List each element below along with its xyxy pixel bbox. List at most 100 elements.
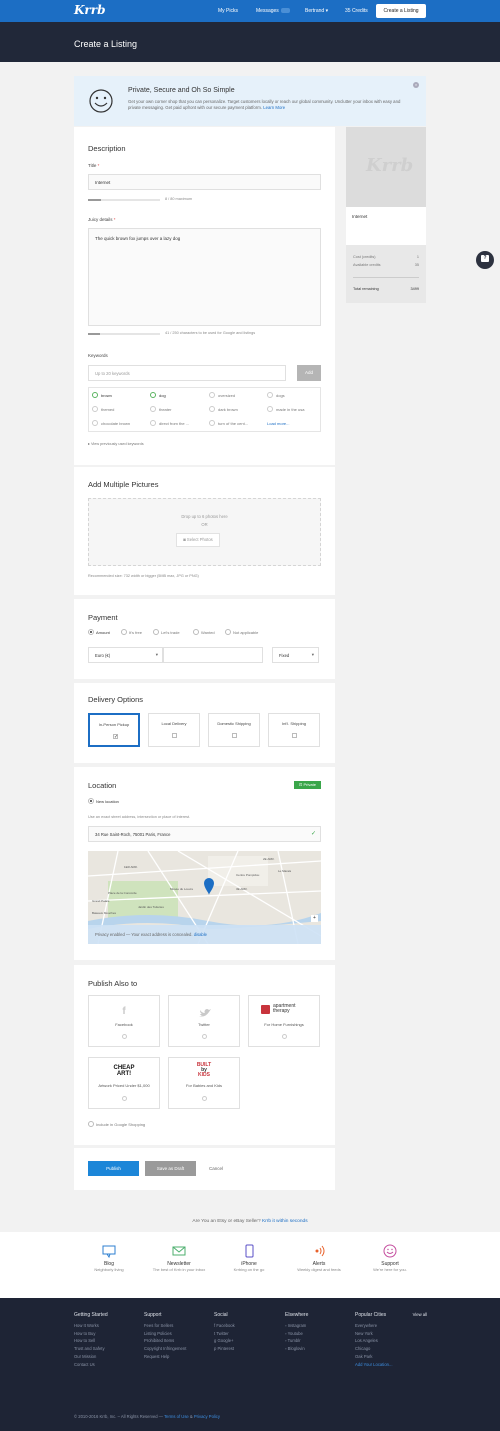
- location-map[interactable]: 1ER ARR. 2E ARR. Musée du Louvre Grand P…: [88, 851, 321, 944]
- cancel-link[interactable]: Cancel: [209, 1166, 223, 1171]
- footer-link-google-plus[interactable]: g Google+: [214, 1337, 235, 1345]
- feature-iphone[interactable]: iPhone Krrbing on the go: [219, 1244, 279, 1272]
- new-location-radio[interactable]: New location: [88, 798, 119, 805]
- save-draft-button[interactable]: Save as Draft: [145, 1161, 196, 1176]
- footer-link-youtube[interactable]: ▫ Youtube: [285, 1330, 308, 1338]
- learn-more-link[interactable]: Learn More: [263, 105, 285, 110]
- payment-option-trade[interactable]: Let's trade: [153, 629, 180, 636]
- keyword-chip[interactable]: dogs: [267, 392, 285, 399]
- footer-link[interactable]: How to Sell: [74, 1337, 108, 1345]
- footer-link-twitter[interactable]: t Twitter: [214, 1330, 235, 1338]
- footer-link-instagram[interactable]: ▫ Instagram: [285, 1322, 308, 1330]
- footer-link[interactable]: Oak Park: [355, 1353, 427, 1361]
- payment-option-free[interactable]: It's free: [121, 629, 142, 636]
- photo-dropzone[interactable]: Drop up to 6 photos here OR ◙ Select Pho…: [88, 498, 321, 566]
- publish-button[interactable]: Publish: [88, 1161, 139, 1176]
- feature-newsletter[interactable]: Newsletter The best of Krrb in your inbox: [149, 1244, 209, 1272]
- checkbox-icon: [232, 733, 237, 738]
- footer-link-pinterest[interactable]: p Pinterest: [214, 1345, 235, 1353]
- publish-card-facebook[interactable]: f Facebook: [88, 995, 160, 1047]
- feature-blog[interactable]: Blog Neighborly living: [79, 1244, 139, 1272]
- keyword-chip[interactable]: made in the usa: [267, 406, 304, 413]
- view-previous-keywords[interactable]: ▸ View previously used keywords: [88, 441, 144, 446]
- footer-link-bloglovin[interactable]: ▫ Bloglovin: [285, 1345, 308, 1353]
- address-input[interactable]: 34 Rue Saint-Roch, 75001 Paris, France ✓: [88, 826, 321, 842]
- keyword-chip[interactable]: dog: [150, 392, 166, 399]
- amount-input[interactable]: [163, 647, 263, 663]
- footer-link[interactable]: Fees for Sellers: [144, 1322, 186, 1330]
- payment-option-na[interactable]: Not applicable: [225, 629, 258, 636]
- krrb-logo[interactable]: Krrb: [74, 3, 105, 17]
- privacy-link[interactable]: Privacy Policy: [194, 1414, 220, 1419]
- publish-card-cheap-art[interactable]: CHEAP ART! Artwork Priced Under $1,000: [88, 1057, 160, 1109]
- keyword-chip[interactable]: chocolate brown: [92, 420, 130, 427]
- keyword-chip-label: theater: [159, 407, 172, 413]
- view-all-link[interactable]: View all: [413, 1311, 427, 1319]
- keyword-chip[interactable]: direct from the ...: [150, 420, 189, 427]
- footer-link[interactable]: Our Mission: [74, 1353, 108, 1361]
- keyword-chip[interactable]: themed: [92, 406, 114, 413]
- footer-link[interactable]: Listing Policies: [144, 1330, 186, 1338]
- details-textarea[interactable]: The quick brown fox jumps over a lazy do…: [88, 228, 321, 326]
- etsy-link[interactable]: Krrb it within seconds: [262, 1219, 308, 1224]
- nav-messages[interactable]: Messages: [256, 8, 290, 14]
- footer-link[interactable]: Contact Us: [74, 1361, 108, 1369]
- footer-link[interactable]: Los Angeles: [355, 1337, 427, 1345]
- price-type-select[interactable]: Fixed ▾: [272, 647, 319, 663]
- footer-link-facebook[interactable]: f Facebook: [214, 1322, 235, 1330]
- tumblr-icon: ▫: [285, 1338, 287, 1344]
- add-icon: [209, 420, 215, 426]
- details-count: 41 / 250 characters to be used for Googl…: [165, 331, 256, 335]
- keywords-input[interactable]: Up to 20 keywords: [88, 365, 286, 381]
- google-shopping-checkbox[interactable]: Include in Google Shopping: [88, 1121, 145, 1128]
- payment-option-wanted[interactable]: Wanted: [193, 629, 215, 636]
- keyword-chip[interactable]: turn of the cent...: [209, 420, 248, 427]
- delivery-option-label: Domestic Shipping: [217, 721, 251, 726]
- keyword-chip-label: dark brown: [218, 407, 238, 413]
- checkbox-icon: [292, 733, 297, 738]
- footer-link-tumblr[interactable]: ▫ Tumblr: [285, 1337, 308, 1345]
- create-listing-button[interactable]: Create a Listing: [376, 4, 426, 18]
- check-icon: [150, 392, 156, 398]
- close-icon[interactable]: ×: [413, 82, 419, 88]
- delivery-option-local[interactable]: Local Delivery: [148, 713, 200, 747]
- publish-card-built-by-kids[interactable]: BUILT by KIDS For Babies and Kids: [168, 1057, 240, 1109]
- nav-my-picks[interactable]: My Picks: [218, 8, 238, 14]
- delivery-option-intl[interactable]: Int'l. Shipping: [268, 713, 320, 747]
- footer-link[interactable]: How It Works: [74, 1322, 108, 1330]
- publish-card-apartment-therapy[interactable]: apartment therapy For Home Furnishings: [248, 995, 320, 1047]
- currency-select[interactable]: Euro (€) ▾: [88, 647, 163, 663]
- keyword-chip[interactable]: oversized: [209, 392, 235, 399]
- feature-support[interactable]: Support We're here for you.: [360, 1244, 420, 1272]
- publish-card-twitter[interactable]: Twitter: [168, 995, 240, 1047]
- footer-link[interactable]: Prohibited Items: [144, 1337, 186, 1345]
- footer-link[interactable]: Request Help: [144, 1353, 186, 1361]
- terms-link[interactable]: Terms of Use: [164, 1414, 189, 1419]
- load-more-link[interactable]: Load more...: [267, 421, 289, 426]
- delivery-option-domestic[interactable]: Domestic Shipping: [208, 713, 260, 747]
- payment-option-amount[interactable]: Amount: [88, 629, 110, 636]
- delivery-option-pickup[interactable]: In-Person Pickup ✓: [88, 713, 140, 747]
- payment-option-label: It's free: [129, 630, 142, 636]
- select-photos-button[interactable]: ◙ Select Photos: [176, 533, 220, 547]
- keyword-chip[interactable]: theater: [150, 406, 172, 413]
- nav-user-menu[interactable]: Bertrand ▾: [305, 8, 328, 14]
- keyword-chip[interactable]: dark brown: [209, 406, 238, 413]
- footer-link[interactable]: New York: [355, 1330, 427, 1338]
- footer-link[interactable]: Trust and Safety: [74, 1345, 108, 1353]
- keyword-chip[interactable]: brown: [92, 392, 112, 399]
- title-input-value: Internet: [95, 180, 111, 185]
- zoom-in-icon[interactable]: +: [311, 915, 318, 922]
- feature-alerts[interactable]: Alerts Weekly digest and feeds: [289, 1244, 349, 1272]
- title-input[interactable]: Internet: [88, 174, 321, 190]
- footer-link[interactable]: Everywhere: [355, 1322, 427, 1330]
- footer-link[interactable]: Chicago: [355, 1345, 427, 1353]
- help-chat-button[interactable]: ?: [476, 251, 494, 269]
- footer-link[interactable]: Copyright Infringement: [144, 1345, 186, 1353]
- add-location-link[interactable]: Add Your Location...: [355, 1361, 427, 1369]
- footer-link[interactable]: How to Buy: [74, 1330, 108, 1338]
- nav-credits[interactable]: 35 Credits: [345, 8, 368, 14]
- required-mark: *: [113, 217, 116, 222]
- add-keyword-button[interactable]: Add: [297, 365, 321, 381]
- disable-privacy-link[interactable]: disable: [194, 932, 207, 937]
